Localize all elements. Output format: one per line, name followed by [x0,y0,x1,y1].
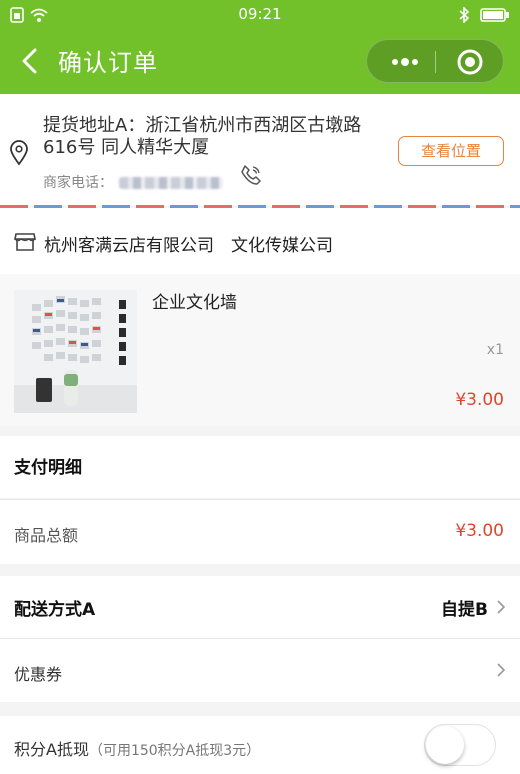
delivery-label: 配送方式A [14,600,96,620]
shop-header: 杭州客满云店有限公司 文化传媒公司 [0,208,520,274]
payment-details-title: 支付明细 [14,458,82,478]
delivery-method-row[interactable]: 配送方式A 自提B [0,576,520,638]
coupon-row[interactable]: 优惠券 [0,639,520,702]
merchant-phone: 商家电话： [43,172,223,192]
capsule-divider [435,51,436,73]
toggle-knob [426,726,464,764]
location-pin-icon [10,140,28,166]
product-image [14,290,137,413]
points-deduction-row: 积分A抵现（可用150积分A抵现3元） [0,716,520,774]
battery-icon [480,8,509,22]
address-line-2: 616号 同人精华大厦 [43,137,210,158]
points-label: 积分A抵现（可用150积分A抵现3元） [14,736,260,760]
subtotal-value: ¥3.00 [455,521,504,541]
store-icon [14,233,36,251]
more-icon[interactable] [387,40,423,84]
order-item[interactable]: 企业文化墙 x1 ¥3.00 [0,274,520,426]
shop-name: 杭州客满云店有限公司 文化传媒公司 [44,236,333,256]
payment-details-header: 支付明细 [0,436,520,498]
product-price: ¥3.00 [455,390,504,410]
phone-label: 商家电话： [43,175,113,191]
back-arrow-icon[interactable] [14,44,48,78]
product-name: 企业文化墙 [152,293,237,313]
view-location-button[interactable]: 查看位置 [398,136,504,166]
chevron-right-icon [497,663,506,677]
product-quantity: x1 [486,342,504,358]
subtotal-row: 商品总额 ¥3.00 [0,500,520,564]
mini-program-capsule [366,39,504,83]
pickup-address-section: 提货地址A：浙江省杭州市西湖区古墩路 616号 同人精华大厦 商家电话： 查看位… [0,94,520,206]
bluetooth-icon [459,7,470,23]
phone-number-redacted [119,177,223,189]
close-circle-icon[interactable] [455,47,485,77]
points-label-text: 积分A抵现 [14,740,89,759]
chevron-right-icon [497,600,506,614]
page-title: 确认订单 [58,49,158,77]
delivery-value: 自提B [441,600,488,620]
coupon-label: 优惠券 [14,665,63,684]
nav-bar: 确认订单 [0,30,520,94]
product-image-art [14,290,137,413]
clock: 09:21 [238,5,282,23]
status-bar: 09:21 [0,0,520,30]
address-line-1: 提货地址A：浙江省杭州市西湖区古墩路 [43,115,362,136]
points-toggle[interactable] [424,724,496,766]
subtotal-label: 商品总额 [14,526,79,545]
points-note: （可用150积分A抵现3元） [88,743,261,759]
phone-call-icon[interactable] [240,164,262,186]
